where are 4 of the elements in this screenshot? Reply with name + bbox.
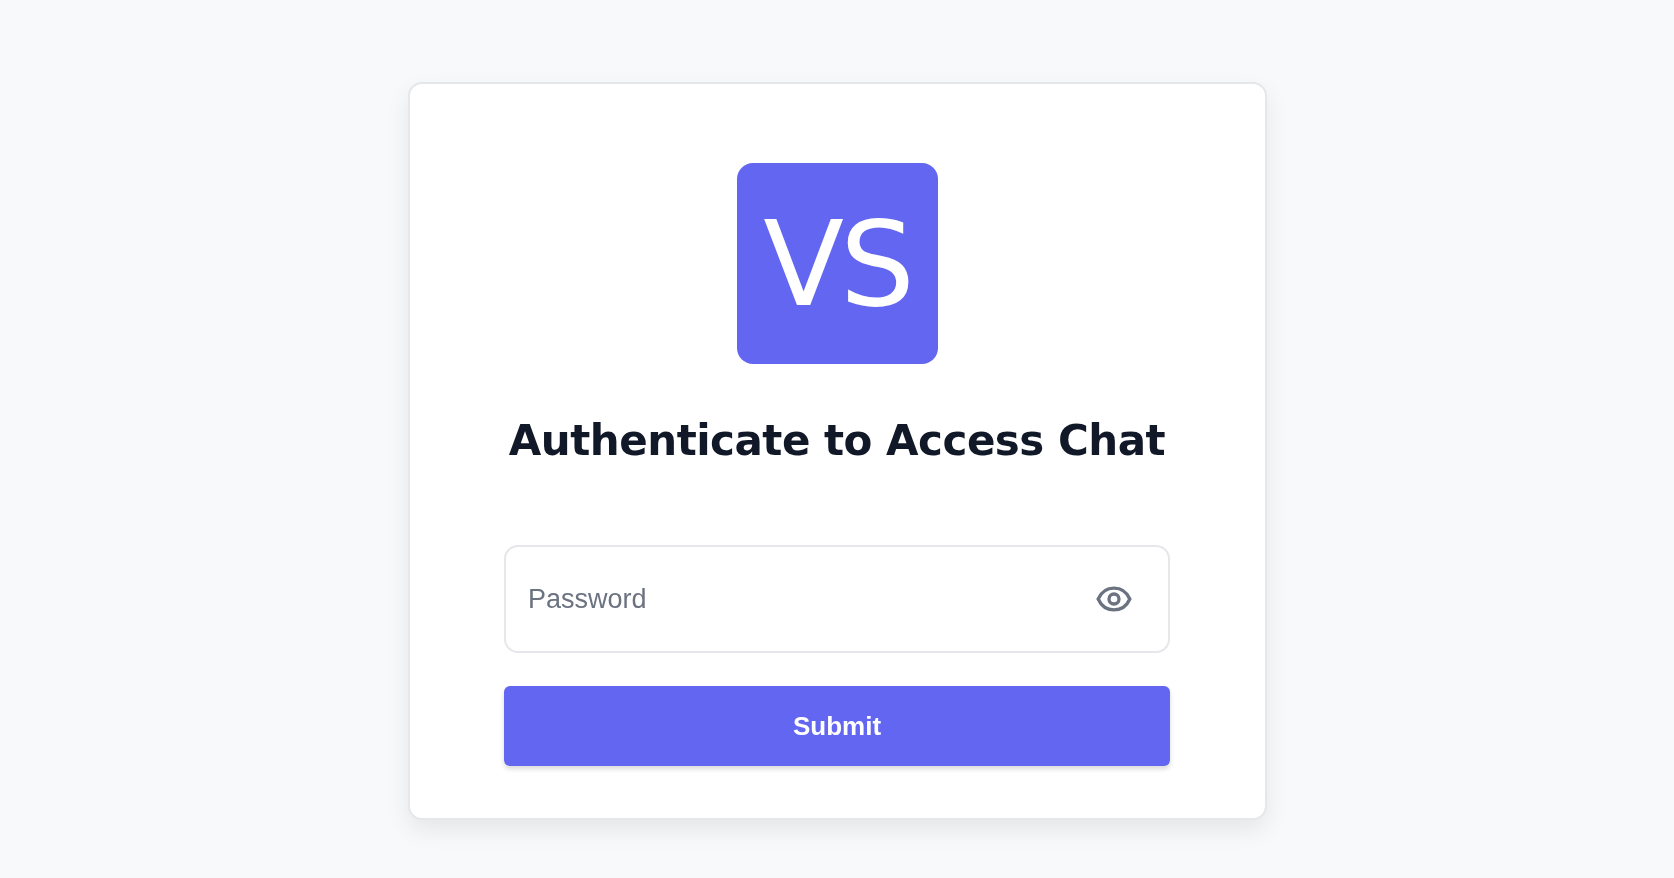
logo: VS [736,163,938,364]
password-field[interactable]: Password [504,545,1170,653]
page-title: Authenticate to Access Chat [508,416,1166,465]
submit-button[interactable]: Submit [504,686,1170,766]
